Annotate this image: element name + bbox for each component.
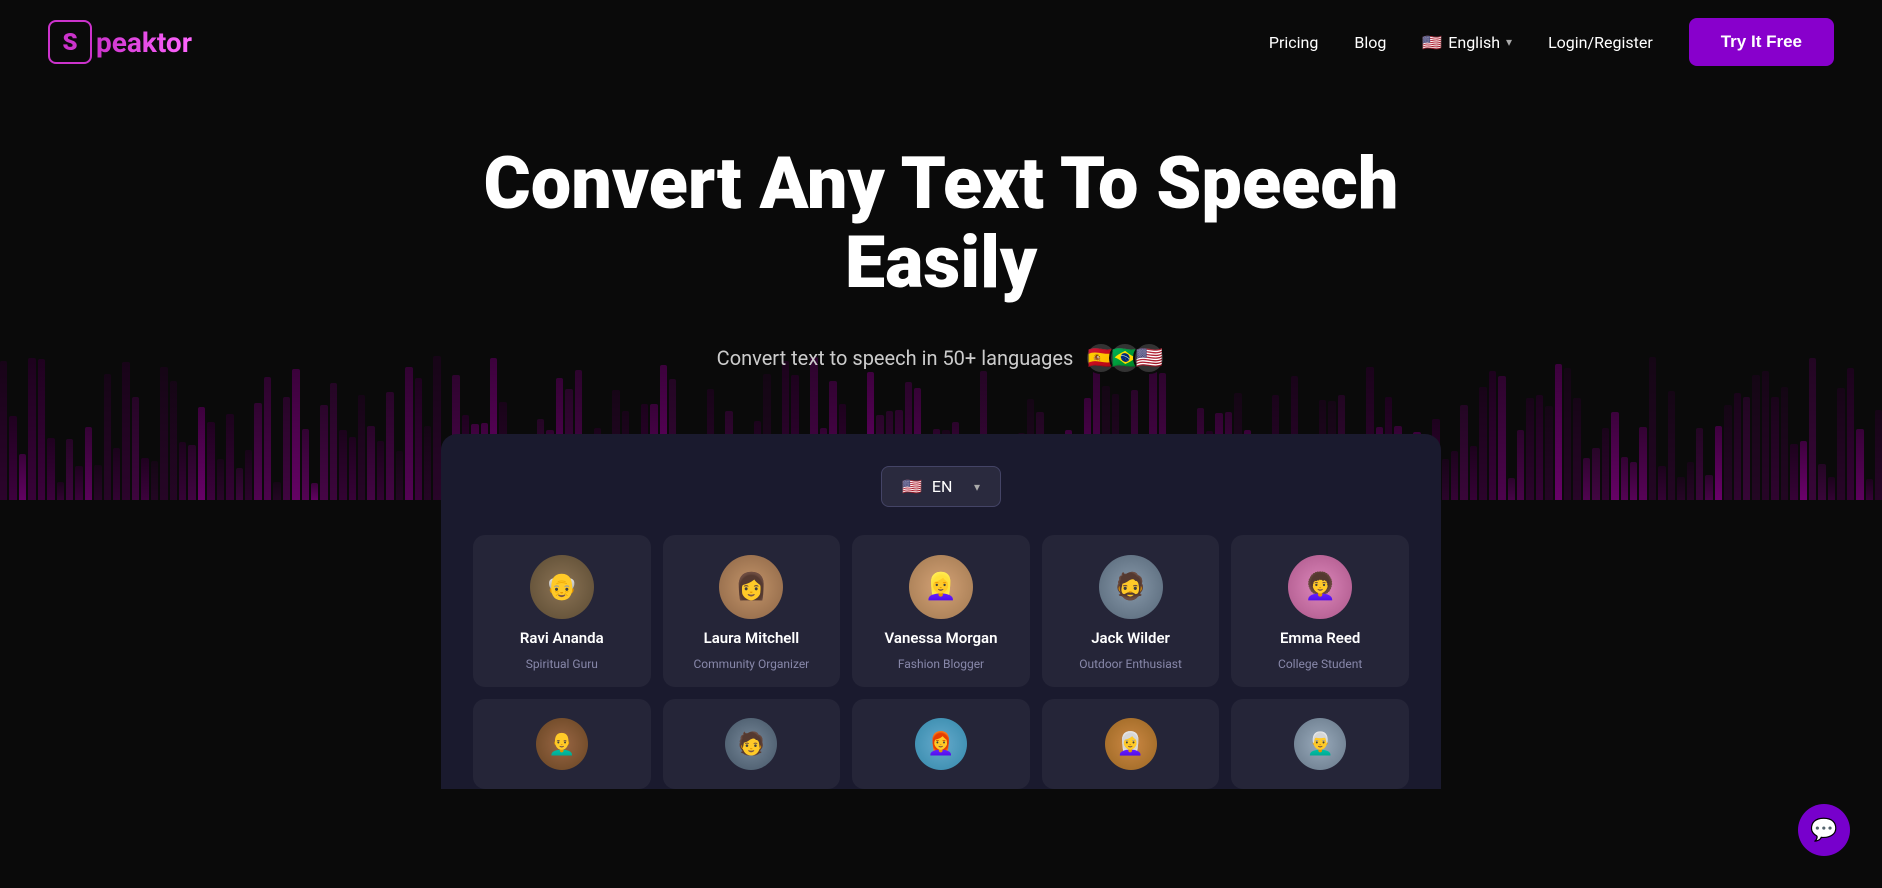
- voice-card-ravi[interactable]: 👴 Ravi Ananda Spiritual Guru: [473, 535, 651, 687]
- voice-title-ravi: Spiritual Guru: [526, 657, 598, 671]
- voice-avatar-ravi: 👴: [530, 555, 594, 619]
- hero-subtitle-text: Convert text to speech in 50+ languages: [717, 346, 1074, 370]
- chat-bubble[interactable]: 💬: [1798, 804, 1850, 856]
- blog-link[interactable]: Blog: [1354, 33, 1386, 52]
- lang-dropdown-code: EN: [932, 477, 953, 496]
- voice-card-laura[interactable]: 👩 Laura Mitchell Community Organizer: [663, 535, 841, 687]
- voice-card-vanessa[interactable]: 👱‍♀️ Vanessa Morgan Fashion Blogger: [852, 535, 1030, 687]
- app-panel: 🇺🇸 EN ▾ 👴 Ravi Ananda Spiritual Guru 👩 L…: [441, 434, 1441, 789]
- voice-title-jack: Outdoor Enthusiast: [1079, 657, 1182, 671]
- chevron-down-icon: ▾: [974, 480, 980, 494]
- chevron-down-icon: ▾: [1506, 35, 1512, 49]
- voice-cards-row-2: 👨‍🦲 🧑 👩‍🦰 👩‍🦳 👨‍🦳: [473, 699, 1409, 789]
- nav-links: Pricing Blog 🇺🇸 English ▾ Login/Register…: [1269, 18, 1834, 66]
- voice-card-partial-p5[interactable]: 👨‍🦳: [1231, 699, 1409, 789]
- voice-card-partial-p3[interactable]: 👩‍🦰: [852, 699, 1030, 789]
- logo-text: peaktor: [96, 26, 192, 59]
- hero-subtitle: Convert text to speech in 50+ languages …: [48, 342, 1834, 374]
- voice-name-jack: Jack Wilder: [1091, 629, 1170, 647]
- voice-avatar-sm-p5: 👨‍🦳: [1294, 718, 1346, 770]
- voice-card-partial-p2[interactable]: 🧑: [663, 699, 841, 789]
- voice-card-emma[interactable]: 👩‍🦱 Emma Reed College Student: [1231, 535, 1409, 687]
- lang-flag: 🇺🇸: [1422, 33, 1442, 52]
- voice-avatar-sm-p1: 👨‍🦲: [536, 718, 588, 770]
- voice-title-vanessa: Fashion Blogger: [898, 657, 984, 671]
- logo[interactable]: S peaktor: [48, 20, 192, 64]
- voice-avatar-laura: 👩: [719, 555, 783, 619]
- logo-box: S: [48, 20, 92, 64]
- voice-avatar-vanessa: 👱‍♀️: [909, 555, 973, 619]
- voice-avatar-jack: 🧔: [1099, 555, 1163, 619]
- voice-name-laura: Laura Mitchell: [704, 629, 800, 647]
- lang-dropdown-flag: 🇺🇸: [902, 477, 922, 496]
- language-flags: 🇪🇸 🇧🇷 🇺🇸: [1085, 342, 1165, 374]
- lang-label: English: [1448, 33, 1500, 52]
- lang-selector-container: 🇺🇸 EN ▾: [473, 466, 1409, 507]
- voice-avatar-sm-p4: 👩‍🦳: [1105, 718, 1157, 770]
- voice-avatar-sm-p3: 👩‍🦰: [915, 718, 967, 770]
- chat-icon: 💬: [1810, 818, 1837, 843]
- lang-dropdown[interactable]: 🇺🇸 EN ▾: [881, 466, 1001, 507]
- voice-title-laura: Community Organizer: [694, 657, 810, 671]
- logo-letter: S: [62, 28, 77, 56]
- voice-card-jack[interactable]: 🧔 Jack Wilder Outdoor Enthusiast: [1042, 535, 1220, 687]
- flag-us: 🇺🇸: [1133, 342, 1165, 374]
- hero-title: Convert Any Text To Speech Easily: [391, 144, 1491, 302]
- navbar: S peaktor Pricing Blog 🇺🇸 English ▾ Logi…: [0, 0, 1882, 84]
- voice-avatar-emma: 👩‍🦱: [1288, 555, 1352, 619]
- voice-card-partial-p4[interactable]: 👩‍🦳: [1042, 699, 1220, 789]
- voice-name-vanessa: Vanessa Morgan: [885, 629, 998, 647]
- voice-card-partial-p1[interactable]: 👨‍🦲: [473, 699, 651, 789]
- try-free-button[interactable]: Try It Free: [1689, 18, 1834, 66]
- voice-title-emma: College Student: [1278, 657, 1362, 671]
- voice-name-ravi: Ravi Ananda: [520, 629, 604, 647]
- voice-avatar-sm-p2: 🧑: [725, 718, 777, 770]
- hero-section: Convert Any Text To Speech Easily Conver…: [0, 84, 1882, 374]
- language-selector[interactable]: 🇺🇸 English ▾: [1422, 33, 1512, 52]
- pricing-link[interactable]: Pricing: [1269, 33, 1319, 52]
- voice-name-emma: Emma Reed: [1280, 629, 1360, 647]
- login-register-link[interactable]: Login/Register: [1548, 33, 1653, 52]
- voice-cards-row-1: 👴 Ravi Ananda Spiritual Guru 👩 Laura Mit…: [473, 535, 1409, 687]
